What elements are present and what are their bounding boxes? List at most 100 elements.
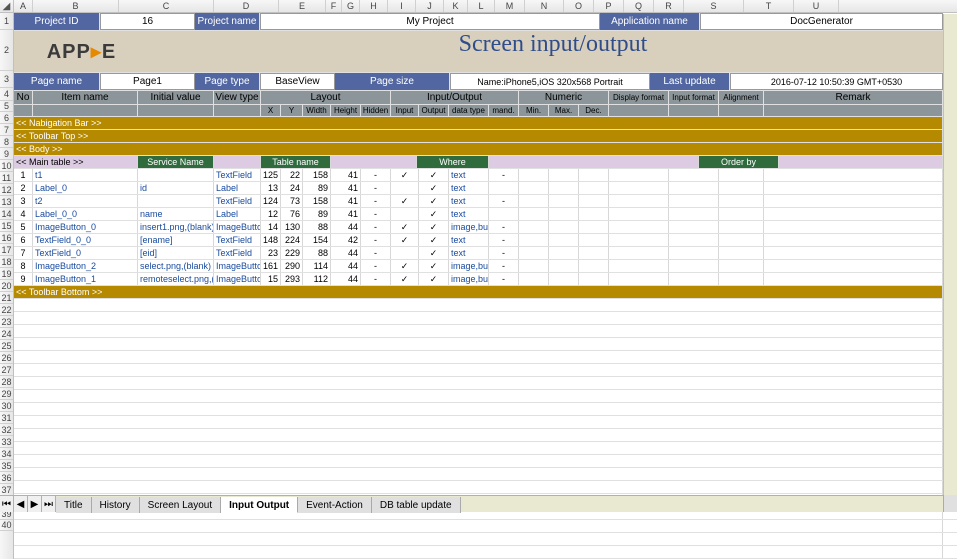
cell[interactable]: - [361,182,391,194]
cell[interactable]: 44 [331,273,361,285]
col-header-S[interactable]: S [684,0,744,12]
empty-row[interactable] [14,481,957,494]
row-header-3[interactable]: 3 [0,71,13,88]
cell[interactable] [719,247,764,259]
cell[interactable]: - [489,169,519,181]
cell[interactable]: text [449,182,489,194]
cell[interactable] [519,208,549,220]
col-header-I[interactable]: I [388,0,416,12]
row-header-26[interactable]: 26 [0,352,13,364]
cell[interactable] [579,195,609,207]
cell[interactable] [519,221,549,233]
empty-row[interactable] [14,312,957,325]
cell[interactable]: ✓ [419,195,449,207]
empty-row[interactable] [14,338,957,351]
col-header-F[interactable]: F [326,0,342,12]
cell[interactable]: - [489,234,519,246]
sheet-tab-event-action[interactable]: Event-Action [298,497,372,513]
cell[interactable] [609,221,669,233]
cell[interactable]: 130 [281,221,303,233]
row-header-15[interactable]: 15 [0,220,13,232]
cell[interactable]: t2 [33,195,138,207]
cell[interactable] [138,169,214,181]
cell[interactable]: - [361,221,391,233]
cell[interactable] [549,195,579,207]
cell[interactable]: 8 [14,260,33,272]
app-name-value[interactable]: DocGenerator [700,13,943,30]
col-header-D[interactable]: D [214,0,279,12]
cell[interactable] [719,208,764,220]
cell[interactable]: 89 [303,208,331,220]
row-header-30[interactable]: 30 [0,400,13,412]
row-header-27[interactable]: 27 [0,364,13,376]
cell[interactable] [764,169,943,181]
cell[interactable]: ✓ [419,221,449,233]
cell[interactable] [764,247,943,259]
cell[interactable]: 9 [14,273,33,285]
tab-nav-prev[interactable]: ◀ [14,496,28,512]
cell[interactable] [519,234,549,246]
cell[interactable]: ✓ [391,234,419,246]
cell[interactable]: 41 [331,195,361,207]
empty-row[interactable] [14,468,957,481]
cell[interactable]: ✓ [419,260,449,272]
cell[interactable] [138,195,214,207]
cell[interactable]: text [449,247,489,259]
cell[interactable] [549,234,579,246]
row-header-18[interactable]: 18 [0,256,13,268]
col-header-O[interactable]: O [564,0,594,12]
row-header-25[interactable]: 25 [0,340,13,352]
col-header-K[interactable]: K [444,0,468,12]
sheet-tab-title[interactable]: Title [56,497,92,513]
cell[interactable] [764,273,943,285]
cell[interactable]: 7 [14,247,33,259]
cell[interactable]: 44 [331,221,361,233]
cell[interactable]: image,but [449,221,489,233]
cell[interactable] [391,182,419,194]
cell[interactable] [549,247,579,259]
cell[interactable]: - [361,208,391,220]
cell[interactable]: ✓ [419,247,449,259]
empty-row[interactable] [14,546,957,559]
sheet-tab-screen-layout[interactable]: Screen Layout [140,497,222,513]
cell[interactable]: TextField [214,169,261,181]
row-header-12[interactable]: 12 [0,184,13,196]
cell[interactable]: 44 [331,260,361,272]
cell[interactable] [519,195,549,207]
cell[interactable] [519,169,549,181]
table-row[interactable]: 8ImageButton_2select.png,(blank)ImageBut… [14,260,957,273]
cell[interactable]: TextField_0 [33,247,138,259]
cell[interactable]: - [361,273,391,285]
cell[interactable]: 12 [261,208,281,220]
cell[interactable]: ImageButton_1 [33,273,138,285]
row-header-7[interactable]: 7 [0,124,13,136]
row-header-36[interactable]: 36 [0,472,13,484]
cell[interactable] [609,169,669,181]
cell[interactable]: 229 [281,247,303,259]
sheet-tab-history[interactable]: History [92,497,140,513]
empty-row[interactable] [14,403,957,416]
row-header-9[interactable]: 9 [0,148,13,160]
row-header-10[interactable]: 10 [0,160,13,172]
cell[interactable]: [ename] [138,234,214,246]
empty-row[interactable] [14,455,957,468]
cell[interactable]: Label_0_0 [33,208,138,220]
cell[interactable] [764,234,943,246]
row-header-5[interactable]: 5 [0,101,13,112]
cell[interactable]: 41 [331,182,361,194]
cell[interactable] [719,260,764,272]
cell[interactable]: 88 [303,247,331,259]
cell[interactable]: - [361,169,391,181]
cell[interactable] [519,260,549,272]
cell[interactable]: 76 [281,208,303,220]
cell[interactable]: 42 [331,234,361,246]
cell[interactable]: ImageButton_0 [33,221,138,233]
cell[interactable] [549,260,579,272]
cell[interactable]: 224 [281,234,303,246]
cell[interactable]: 89 [303,182,331,194]
row-header-13[interactable]: 13 [0,196,13,208]
cell[interactable]: 293 [281,273,303,285]
empty-row[interactable] [14,299,957,312]
tab-nav-last[interactable]: ⏭ [42,496,56,512]
project-name-value[interactable]: My Project [260,13,600,30]
